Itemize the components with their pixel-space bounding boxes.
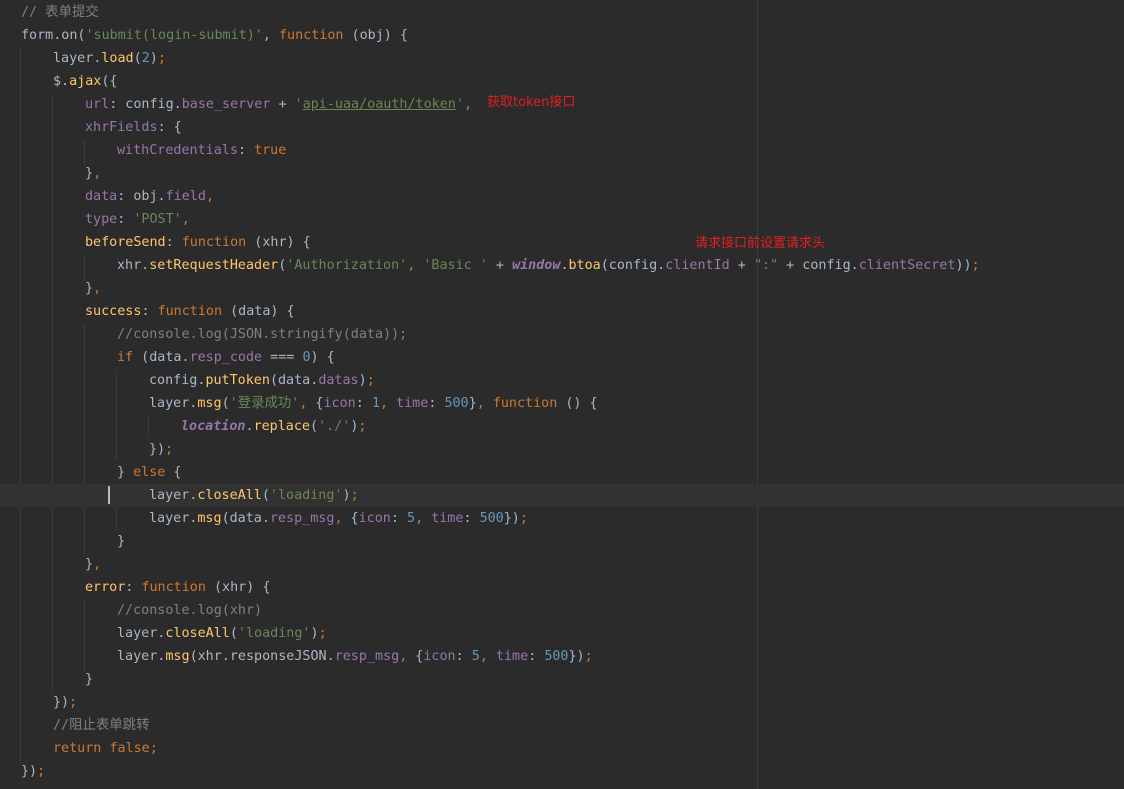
code-text: error: function (xhr) { bbox=[85, 580, 271, 595]
code-text: layer.closeAll('loading'); bbox=[117, 626, 327, 641]
code-line[interactable]: xhrFields: { bbox=[0, 116, 1124, 139]
code-line[interactable]: // 表单提交 bbox=[0, 1, 1124, 24]
code-line[interactable]: beforeSend: function (xhr) { bbox=[0, 231, 1124, 254]
code-line[interactable]: //console.log(JSON.stringify(data)); bbox=[0, 323, 1124, 346]
code-text: data: obj.field, bbox=[85, 189, 214, 204]
code-text: type: 'POST', bbox=[85, 212, 190, 227]
code-text: $.ajax({ bbox=[53, 74, 118, 89]
code-line-current[interactable]: layer.closeAll('loading'); bbox=[0, 484, 1124, 507]
code-text: //阻止表单跳转 bbox=[53, 718, 150, 733]
code-line[interactable]: }, bbox=[0, 553, 1124, 576]
code-text: }); bbox=[53, 695, 78, 710]
text-caret bbox=[108, 486, 110, 504]
code-text: layer.closeAll('loading'); bbox=[149, 488, 359, 503]
code-text: //console.log(xhr) bbox=[117, 603, 263, 618]
code-line[interactable]: }); bbox=[0, 760, 1124, 783]
code-text: url: config.base_server + 'api-uaa/oauth… bbox=[85, 97, 472, 112]
code-text: return false; bbox=[53, 741, 158, 756]
code-line[interactable]: layer.msg('登录成功', {icon: 1, time: 500}, … bbox=[0, 392, 1124, 415]
code-text: } bbox=[117, 534, 126, 549]
code-line[interactable]: data: obj.field, bbox=[0, 185, 1124, 208]
code-line[interactable]: if (data.resp_code === 0) { bbox=[0, 346, 1124, 369]
code-text: }, bbox=[85, 281, 102, 296]
code-editor[interactable]: // 表单提交 form.on('submit(login-submit)', … bbox=[0, 0, 1124, 789]
code-text: config.putToken(data.datas); bbox=[149, 373, 375, 388]
code-line[interactable]: layer.closeAll('loading'); bbox=[0, 622, 1124, 645]
code-line[interactable]: return false; bbox=[0, 737, 1124, 760]
annotation-token-note: 获取token接口 bbox=[487, 95, 576, 110]
code-text: location.replace('./'); bbox=[181, 419, 367, 434]
code-text: //console.log(JSON.stringify(data)); bbox=[117, 327, 408, 342]
code-text: }, bbox=[85, 166, 102, 181]
code-line[interactable]: layer.msg(data.resp_msg, {icon: 5, time:… bbox=[0, 507, 1124, 530]
code-line[interactable]: $.ajax({ bbox=[0, 70, 1124, 93]
code-line[interactable]: location.replace('./'); bbox=[0, 415, 1124, 438]
code-text: success: function (data) { bbox=[85, 304, 295, 319]
code-line[interactable]: xhr.setRequestHeader('Authorization', 'B… bbox=[0, 254, 1124, 277]
code-line[interactable]: //阻止表单跳转 bbox=[0, 714, 1124, 737]
code-line[interactable]: config.putToken(data.datas); bbox=[0, 369, 1124, 392]
code-text: layer.msg('登录成功', {icon: 1, time: 500}, … bbox=[149, 396, 598, 411]
code-line[interactable]: }); bbox=[0, 438, 1124, 461]
code-text: beforeSend: function (xhr) { bbox=[85, 235, 311, 250]
code-line[interactable]: error: function (xhr) { bbox=[0, 576, 1124, 599]
code-line[interactable]: type: 'POST', bbox=[0, 208, 1124, 231]
code-text: xhr.setRequestHeader('Authorization', 'B… bbox=[117, 258, 980, 273]
code-line[interactable]: layer.load(2); bbox=[0, 47, 1124, 70]
code-line[interactable]: }, bbox=[0, 277, 1124, 300]
code-text: } else { bbox=[117, 465, 182, 480]
code-line[interactable]: } bbox=[0, 668, 1124, 691]
code-text: }); bbox=[21, 764, 46, 779]
code-line[interactable]: }, bbox=[0, 162, 1124, 185]
code-text: }, bbox=[85, 557, 102, 572]
code-text: layer.load(2); bbox=[53, 51, 166, 66]
code-text: }); bbox=[149, 442, 174, 457]
code-text: form.on('submit(login-submit)', function… bbox=[21, 28, 408, 43]
code-line[interactable]: }); bbox=[0, 691, 1124, 714]
code-line[interactable]: //console.log(xhr) bbox=[0, 599, 1124, 622]
code-text: if (data.resp_code === 0) { bbox=[117, 350, 335, 365]
code-text: } bbox=[85, 672, 94, 687]
code-text: layer.msg(data.resp_msg, {icon: 5, time:… bbox=[149, 511, 528, 526]
annotation-header-note: 请求接口前设置请求头 bbox=[695, 236, 826, 251]
code-line[interactable]: form.on('submit(login-submit)', function… bbox=[0, 24, 1124, 47]
code-line[interactable]: } bbox=[0, 530, 1124, 553]
code-line[interactable]: withCredentials: true bbox=[0, 139, 1124, 162]
code-text: xhrFields: { bbox=[85, 120, 182, 135]
code-text: layer.msg(xhr.responseJSON.resp_msg, {ic… bbox=[117, 649, 593, 664]
code-line[interactable]: success: function (data) { bbox=[0, 300, 1124, 323]
code-text: // 表单提交 bbox=[21, 5, 99, 20]
code-text: withCredentials: true bbox=[117, 143, 287, 158]
code-line[interactable]: layer.msg(xhr.responseJSON.resp_msg, {ic… bbox=[0, 645, 1124, 668]
code-line[interactable]: } else { bbox=[0, 461, 1124, 484]
